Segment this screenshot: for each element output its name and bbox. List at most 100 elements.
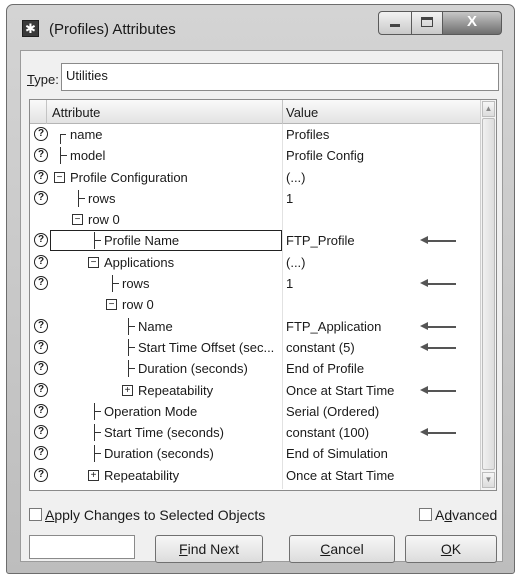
attribute-name: Profile Name [104,233,180,249]
advanced-label[interactable]: Advanced [435,507,497,523]
table-row[interactable]: ? − Profile Configuration (...) [30,167,480,188]
table-row[interactable]: ? Start Time Offset (sec... constant (5) [30,337,480,358]
attribute-value[interactable]: 1 [286,191,293,206]
attribute-value[interactable]: FTP_Profile [286,233,355,248]
expand-toggle[interactable]: + [88,469,99,481]
attribute-name: Applications [104,254,175,270]
help-icon[interactable]: ? [34,190,48,205]
help-icon[interactable]: ? [34,233,48,248]
grid-header: Attribute Value [30,100,480,124]
table-row[interactable]: ? Operation Mode Serial (Ordered) [30,401,480,422]
find-next-button[interactable]: Find Next [155,535,263,563]
attribute-name: row 0 [88,212,120,228]
table-row[interactable]: ? Duration (seconds) End of Profile [30,358,480,379]
attribute-name: rows [122,276,150,292]
help-icon[interactable]: ? [34,148,48,163]
arrow-left-icon [420,428,456,437]
help-icon[interactable]: ? [34,467,48,482]
header-separator [282,100,283,124]
help-icon[interactable]: ? [34,446,48,461]
attribute-name: Start Time Offset (sec... [138,339,275,355]
attribute-value[interactable]: Profile Config [286,148,364,163]
attribute-value[interactable]: constant (100) [286,425,369,440]
help-icon[interactable]: ? [34,276,48,291]
type-field[interactable]: Utilities [61,63,499,91]
help-icon[interactable]: ? [34,382,48,397]
attribute-value[interactable]: 1 [286,276,293,291]
attribute-name: Duration (seconds) [138,361,248,377]
collapse-toggle[interactable]: − [88,256,99,268]
collapse-toggle[interactable]: − [54,171,65,183]
tree-connector [94,232,101,250]
collapse-toggle[interactable]: − [72,214,83,226]
attribute-name: Operation Mode [104,403,198,419]
tree-connector [94,424,101,442]
attribute-value[interactable]: Once at Start Time [286,383,394,398]
attribute-value[interactable]: (...) [286,170,306,185]
table-row[interactable]: − row 0 [30,294,480,315]
help-icon[interactable]: ? [34,169,48,184]
tree-connector [60,134,66,144]
help-icon[interactable]: ? [34,254,48,269]
table-row[interactable]: ? Duration (seconds) End of Simulation [30,443,480,464]
attribute-value[interactable]: (...) [286,255,306,270]
minimize-button[interactable] [378,11,412,35]
apply-changes-checkbox[interactable] [29,508,42,521]
table-row[interactable]: ? model Profile Config [30,145,480,166]
maximize-icon [421,17,433,27]
scroll-down-icon[interactable]: ▼ [482,472,495,488]
table-row[interactable]: ? Start Time (seconds) constant (100) [30,422,480,443]
table-row[interactable]: ? − Applications (...) [30,252,480,273]
help-icon[interactable]: ? [34,127,48,141]
help-icon[interactable]: ? [34,361,48,376]
table-row[interactable]: ? rows 1 [30,188,480,209]
tree-connector [94,402,101,420]
find-input[interactable] [29,535,135,559]
attribute-name: Name [138,318,173,334]
attribute-value[interactable]: constant (5) [286,340,355,355]
close-button[interactable]: X [442,11,502,35]
arrow-left-icon [420,342,456,351]
table-row-selected[interactable]: ? Profile Name FTP_Profile [30,230,480,252]
arrow-left-icon [420,236,456,245]
collapse-toggle[interactable]: − [106,299,117,311]
table-row[interactable]: − row 0 [30,209,480,230]
attribute-column-header[interactable]: Attribute [52,105,100,120]
attribute-name: Repeatability [104,467,180,483]
maximize-button[interactable] [411,11,443,35]
table-row[interactable]: ? rows 1 [30,273,480,294]
help-icon[interactable]: ? [34,339,48,354]
tree-connector [60,147,67,165]
vertical-scrollbar[interactable]: ▲ ▼ [480,100,496,490]
scrollbar-thumb[interactable] [482,118,495,470]
attribute-value[interactable]: FTP_Application [286,319,381,334]
table-row[interactable]: ? name Profiles [30,124,480,145]
tree-connector [94,445,101,463]
title-bar[interactable]: ✱ (Profiles) Attributes X [7,5,514,49]
attributes-window: ✱ (Profiles) Attributes X Type: Utilitie… [6,4,515,574]
tree-connector [78,189,85,207]
advanced-checkbox[interactable] [419,508,432,521]
attribute-value[interactable]: End of Profile [286,361,364,376]
attribute-name: row 0 [122,297,154,313]
help-icon[interactable]: ? [34,403,48,418]
attribute-value[interactable]: Once at Start Time [286,468,394,483]
tree-connector [128,360,135,378]
apply-changes-label[interactable]: Apply Changes to Selected Objects [45,507,265,523]
attribute-value[interactable]: Serial (Ordered) [286,404,379,419]
table-row[interactable]: ? + Repeatability Once at Start Time [30,465,480,486]
asterisk-icon[interactable]: ✱ [22,20,39,37]
help-icon[interactable]: ? [34,318,48,333]
cancel-button[interactable]: Cancel [289,535,395,563]
table-row[interactable]: ? Name FTP_Application [30,316,480,337]
expand-toggle[interactable]: + [122,384,133,396]
value-column-header[interactable]: Value [286,105,318,120]
scroll-up-icon[interactable]: ▲ [482,101,495,117]
help-icon[interactable]: ? [34,425,48,440]
table-row[interactable]: ? + Repeatability Once at Start Time [30,380,480,401]
grid-rows: ? name Profiles ? model Profile Config ?… [30,124,480,489]
ok-button[interactable]: OK [405,535,497,563]
attribute-value[interactable]: End of Simulation [286,446,388,461]
attribute-value[interactable]: Profiles [286,127,329,142]
attribute-name: Duration (seconds) [104,446,214,462]
